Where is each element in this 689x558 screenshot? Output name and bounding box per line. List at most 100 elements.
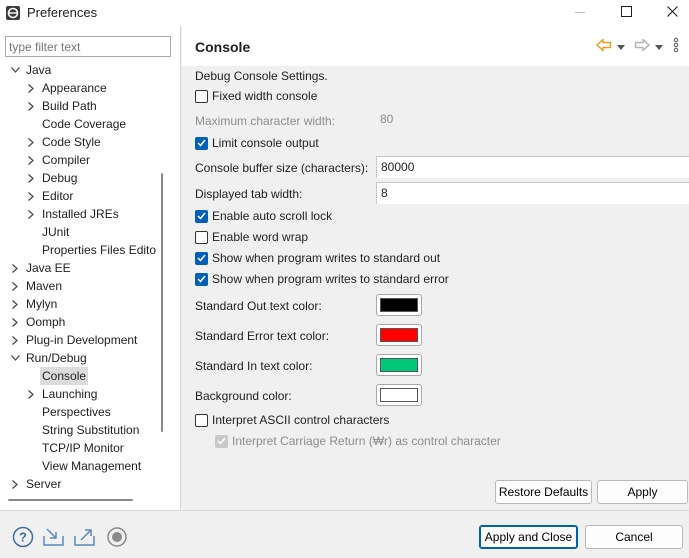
- color-swatch: [380, 388, 418, 402]
- tree-item-label: Code Style: [42, 135, 101, 149]
- stderr-color-button[interactable]: [376, 324, 422, 346]
- tree-item[interactable]: Installed JREs: [0, 205, 158, 223]
- tree-item[interactable]: Properties Files Edito: [0, 241, 158, 259]
- page-header: Console: [182, 26, 689, 66]
- tree-item[interactable]: Perspectives: [0, 403, 158, 421]
- tree-item[interactable]: Compiler: [0, 151, 158, 169]
- back-button[interactable]: [595, 37, 613, 55]
- stdout-color-button[interactable]: [376, 294, 422, 316]
- tree-item[interactable]: Appearance: [0, 79, 158, 97]
- tree-item[interactable]: Maven: [0, 277, 158, 295]
- tree-item[interactable]: Editor: [0, 187, 158, 205]
- chevron-down-icon[interactable]: [10, 349, 20, 367]
- checkbox-box: [195, 413, 208, 427]
- color-swatch: [380, 298, 418, 312]
- tree-item[interactable]: Code Style: [0, 133, 158, 151]
- apply-and-close-button[interactable]: Apply and Close: [479, 525, 578, 549]
- tree-item-label: Editor: [42, 189, 74, 203]
- page-description: Debug Console Settings.: [195, 69, 328, 83]
- show-stderr-checkbox[interactable]: Show when program writes to standard err…: [195, 270, 449, 288]
- fixed-width-checkbox[interactable]: Fixed width console: [195, 87, 317, 105]
- apply-button[interactable]: Apply: [597, 480, 688, 504]
- record-icon[interactable]: [105, 525, 129, 549]
- chevron-right-icon[interactable]: [26, 151, 36, 169]
- svg-text:?: ?: [19, 530, 27, 545]
- title-bar: Preferences: [0, 0, 689, 26]
- chevron-right-icon[interactable]: [10, 295, 20, 313]
- tree-item-label: Maven: [26, 279, 63, 293]
- chevron-right-icon[interactable]: [26, 133, 36, 151]
- tree-item[interactable]: Plug-in Development: [0, 331, 158, 349]
- buffer-size-field[interactable]: 80000: [376, 156, 689, 178]
- chevron-right-icon[interactable]: [10, 475, 20, 493]
- chevron-right-icon[interactable]: [26, 79, 36, 97]
- tree-item-label: Mylyn: [26, 297, 58, 311]
- import-icon[interactable]: [42, 525, 66, 549]
- tree-item-label: Compiler: [42, 153, 91, 167]
- limit-output-checkbox[interactable]: Limit console output: [195, 134, 319, 152]
- help-icon[interactable]: ?: [11, 525, 35, 549]
- tree-item[interactable]: Build Path: [0, 97, 158, 115]
- tree-item[interactable]: TCP/IP Monitor: [0, 439, 158, 457]
- checkbox-label: Enable word wrap: [212, 230, 309, 244]
- tree-vertical-scrollbar[interactable]: [161, 173, 163, 432]
- tree-item[interactable]: String Substitution: [0, 421, 158, 439]
- word-wrap-checkbox[interactable]: Enable word wrap: [195, 228, 308, 246]
- checkbox-box: [195, 272, 208, 286]
- forward-button[interactable]: [633, 37, 651, 55]
- chevron-right-icon[interactable]: [26, 385, 36, 403]
- window-title: Preferences: [27, 5, 98, 20]
- back-history-dropdown[interactable]: [616, 37, 626, 55]
- checkbox-box: [195, 251, 208, 265]
- chevron-right-icon[interactable]: [26, 97, 36, 115]
- filter-input[interactable]: [5, 36, 171, 57]
- tree-item[interactable]: View Management: [0, 457, 158, 475]
- tree-item[interactable]: Console: [0, 367, 158, 385]
- chevron-right-icon[interactable]: [26, 187, 36, 205]
- tree-item[interactable]: Mylyn: [0, 295, 158, 313]
- forward-history-dropdown[interactable]: [654, 37, 664, 55]
- chevron-down-icon[interactable]: [10, 61, 20, 79]
- tree-item[interactable]: Run/Debug: [0, 349, 158, 367]
- tab-width-field[interactable]: 8: [376, 182, 689, 204]
- close-button[interactable]: [649, 0, 689, 26]
- chevron-right-icon[interactable]: [10, 277, 20, 295]
- interpret-ascii-checkbox[interactable]: Interpret ASCII control characters: [195, 411, 389, 429]
- eclipse-app-icon: [5, 5, 21, 21]
- chevron-right-icon[interactable]: [26, 169, 36, 187]
- tree-item[interactable]: Java EE: [0, 259, 158, 277]
- chevron-right-icon[interactable]: [26, 205, 36, 223]
- maximize-button[interactable]: [603, 0, 649, 26]
- color-swatch: [380, 358, 418, 372]
- more-options-button[interactable]: [672, 37, 680, 55]
- tree-item-label: Properties Files Edito: [42, 243, 157, 257]
- tree-item[interactable]: Debug: [0, 169, 158, 187]
- tree-item-label: String Substitution: [42, 423, 140, 437]
- restore-defaults-button[interactable]: Restore Defaults: [495, 480, 592, 504]
- tree-item[interactable]: Launching: [0, 385, 158, 403]
- tree-item-label: Installed JREs: [42, 207, 119, 221]
- chevron-right-icon[interactable]: [10, 259, 20, 277]
- tree-item[interactable]: Server: [0, 475, 158, 493]
- export-icon[interactable]: [73, 525, 97, 549]
- tree-item-label: Perspectives: [42, 405, 111, 419]
- checkbox-box: [195, 136, 208, 150]
- tree-item[interactable]: JUnit: [0, 223, 158, 241]
- tree-item-label: Server: [26, 477, 62, 491]
- tree-item[interactable]: Code Coverage: [0, 115, 158, 133]
- minimize-button[interactable]: [557, 0, 603, 26]
- background-color-button[interactable]: [376, 384, 422, 406]
- interpret-carriage-return-checkbox: Interpret Carriage Return (₩r) as contro…: [215, 432, 501, 450]
- cancel-button[interactable]: Cancel: [585, 525, 683, 549]
- auto-scroll-lock-checkbox[interactable]: Enable auto scroll lock: [195, 207, 332, 225]
- stderr-color-label: Standard Error text color:: [195, 329, 330, 343]
- tree-item-label: Launching: [42, 387, 98, 401]
- back-dropdown-icon: [617, 39, 625, 53]
- chevron-right-icon[interactable]: [10, 331, 20, 349]
- stdin-color-button[interactable]: [376, 354, 422, 376]
- chevron-right-icon[interactable]: [10, 313, 20, 331]
- tree-horizontal-scrollbar[interactable]: [8, 499, 133, 501]
- tree-item[interactable]: Oomph: [0, 313, 158, 331]
- show-stdout-checkbox[interactable]: Show when program writes to standard out: [195, 249, 440, 267]
- tree-item[interactable]: Java: [0, 61, 158, 79]
